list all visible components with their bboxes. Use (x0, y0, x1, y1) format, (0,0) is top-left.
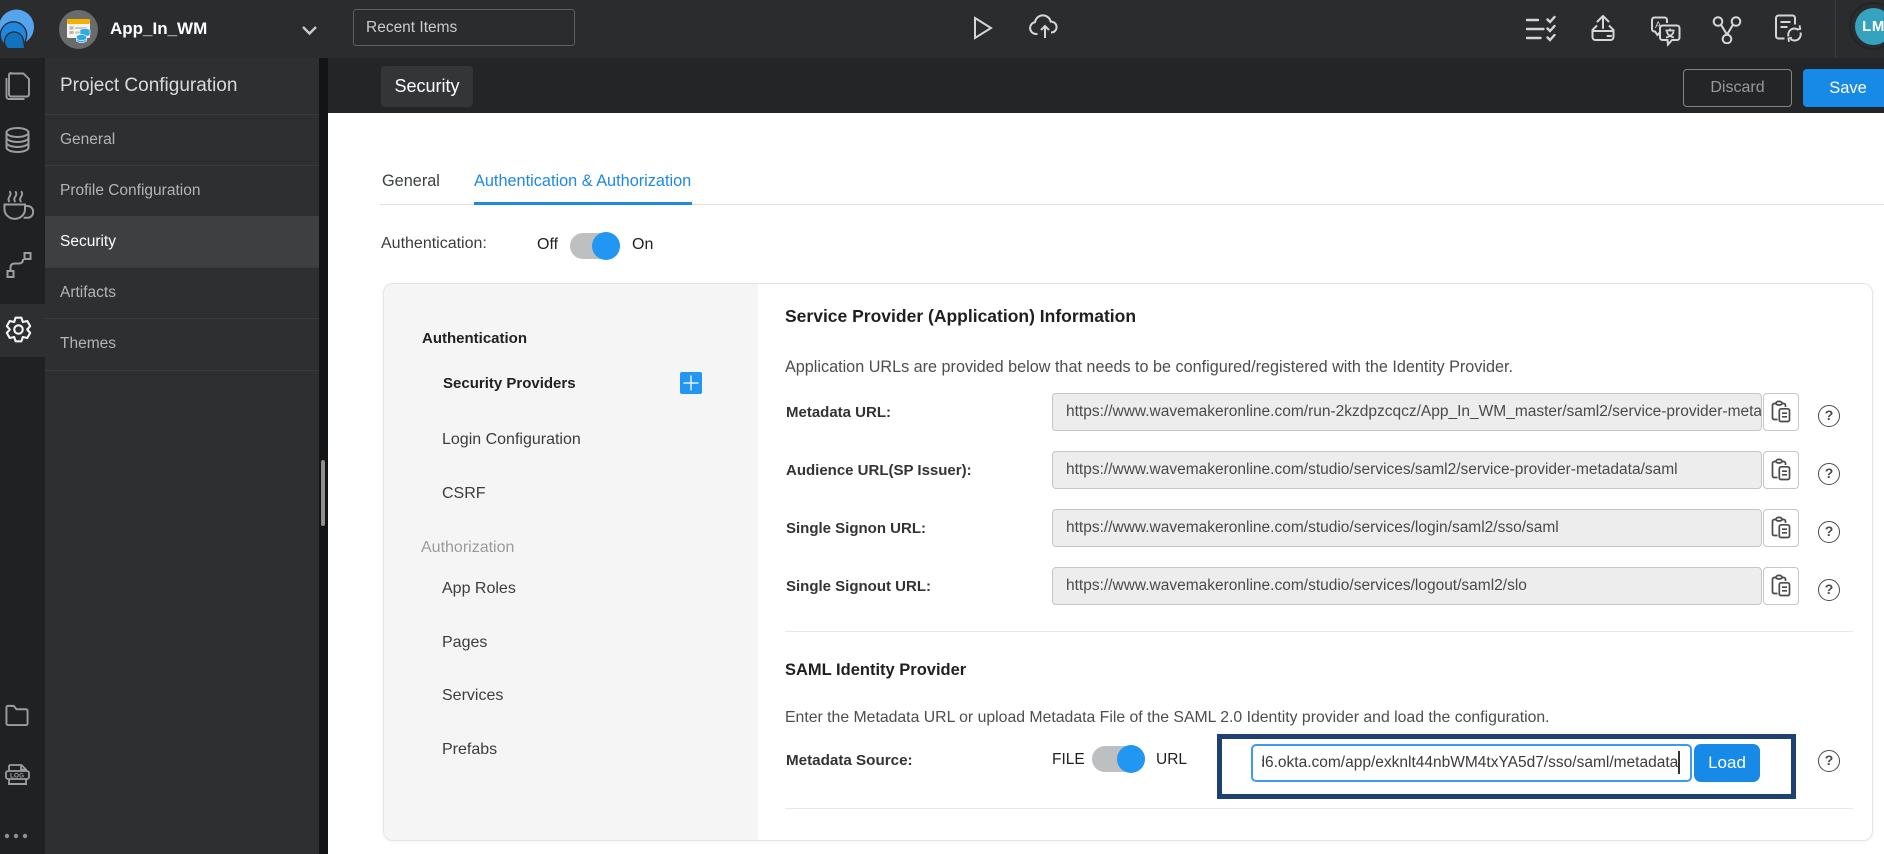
svg-text:LOG: LOG (10, 773, 24, 780)
